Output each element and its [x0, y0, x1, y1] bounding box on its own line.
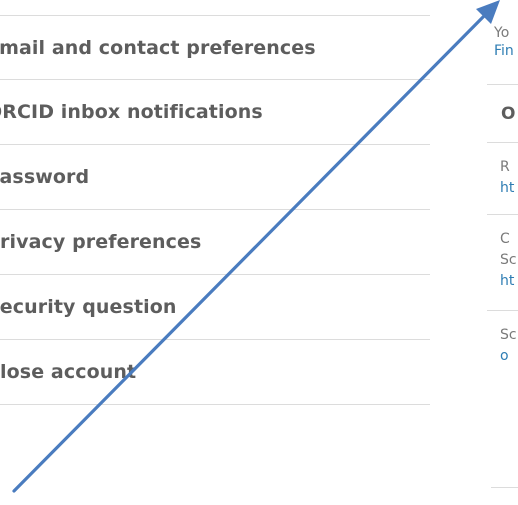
menu-item-close-account[interactable]: Close account — [0, 340, 430, 405]
intro-text: Yo — [494, 25, 510, 41]
panel-entry: Sc o — [487, 311, 518, 381]
entry-text: C — [500, 231, 510, 247]
side-panel: O R ht C Sc ht Sc o — [487, 84, 518, 381]
menu-item-password[interactable]: Password — [0, 145, 430, 210]
entry-link[interactable]: o — [500, 346, 518, 367]
entry-text: R — [500, 159, 510, 175]
panel-entry: R ht — [487, 143, 518, 215]
menu-item-label: Privacy preferences — [0, 231, 202, 253]
account-settings-menu: Email and contact preferences ORCID inbo… — [0, 15, 430, 405]
settings-screen: Email and contact preferences ORCID inbo… — [0, 0, 518, 505]
menu-item-label: ORCID inbox notifications — [0, 101, 263, 123]
menu-item-inbox-notifications[interactable]: ORCID inbox notifications — [0, 80, 430, 145]
entry-subtext: Sc — [500, 252, 517, 268]
panel-title: O — [487, 85, 518, 143]
intro-block: Yo Fin — [494, 24, 514, 60]
menu-item-security-question[interactable]: Security question — [0, 275, 430, 340]
entry-link[interactable]: ht — [500, 178, 518, 199]
intro-link[interactable]: Fin — [494, 42, 514, 60]
menu-item-privacy[interactable]: Privacy preferences — [0, 210, 430, 275]
menu-item-label: Security question — [0, 296, 177, 318]
panel-entry: C Sc ht — [487, 215, 518, 311]
entry-text: Sc — [500, 327, 517, 343]
menu-item-label: Close account — [0, 361, 137, 383]
entry-link[interactable]: ht — [500, 271, 518, 292]
menu-item-label: Email and contact preferences — [0, 36, 316, 59]
divider — [491, 487, 518, 488]
menu-item-label: Password — [0, 166, 90, 188]
menu-item-email-contact[interactable]: Email and contact preferences — [0, 15, 430, 80]
right-column: Yo Fin O R ht C Sc ht Sc o — [487, 0, 518, 505]
